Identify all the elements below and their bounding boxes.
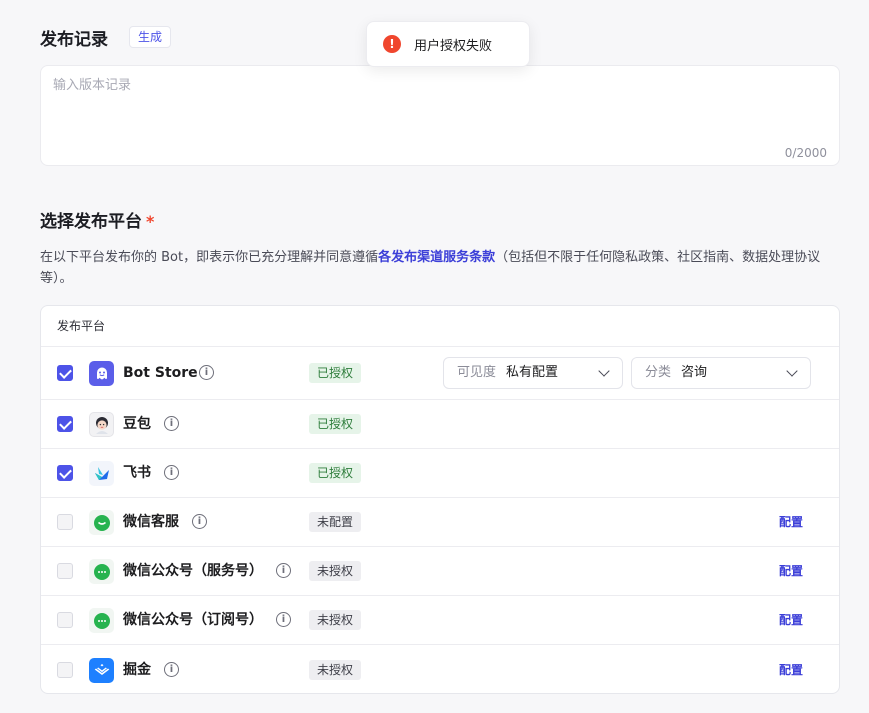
- platform-row-wechat-subscription: 微信公众号（订阅号） i 未授权 配置: [41, 596, 839, 645]
- feishu-icon: [89, 461, 114, 486]
- error-toast: ! 用户授权失败: [366, 21, 530, 67]
- release-notes-box: 0/2000: [40, 65, 840, 166]
- checkbox-wechat-service[interactable]: [57, 514, 73, 530]
- generate-button[interactable]: 生成: [129, 26, 172, 48]
- info-icon[interactable]: i: [199, 365, 214, 380]
- wechat-icon: [89, 559, 114, 584]
- wechat-icon: [89, 608, 114, 633]
- required-mark: *: [146, 212, 155, 231]
- terms-link[interactable]: 各发布渠道服务条款: [378, 250, 495, 265]
- doubao-avatar-icon: [89, 412, 114, 437]
- status-badge: 已授权: [309, 414, 362, 434]
- juejin-icon: [89, 657, 114, 683]
- info-icon[interactable]: i: [276, 563, 291, 578]
- category-select[interactable]: 分类 咨询: [631, 357, 811, 389]
- info-icon[interactable]: i: [276, 612, 291, 627]
- platform-name: 豆包: [123, 416, 151, 432]
- visibility-label: 可见度: [457, 365, 497, 380]
- platform-description: 在以下平台发布你的 Bot，即表示你已充分理解并同意遵循各发布渠道服务条款（包括…: [40, 247, 840, 289]
- release-record-title: 发布记录: [40, 30, 108, 50]
- category-label: 分类: [645, 365, 672, 380]
- checkbox-doubao[interactable]: [57, 416, 73, 432]
- status-badge: 已授权: [309, 363, 362, 383]
- wechat-icon: [89, 510, 114, 535]
- configure-link[interactable]: 配置: [779, 611, 803, 629]
- table-header: 发布平台: [41, 306, 839, 347]
- configure-link[interactable]: 配置: [779, 661, 803, 679]
- release-notes-input[interactable]: [41, 66, 839, 146]
- toast-message: 用户授权失败: [414, 38, 493, 54]
- select-platform-label: 选择发布平台: [40, 212, 142, 232]
- platform-row-juejin: 掘金 i 未授权 配置: [41, 645, 839, 693]
- platform-name: 飞书: [123, 465, 151, 481]
- chevron-down-icon: [598, 365, 610, 377]
- visibility-select[interactable]: 可见度 私有配置: [443, 357, 623, 389]
- select-platform-title: 选择发布平台 *: [40, 207, 154, 232]
- status-badge: 未授权: [309, 610, 362, 630]
- platform-name: 微信公众号（服务号）: [123, 563, 263, 579]
- category-value: 咨询: [681, 365, 708, 380]
- desc-text-before: 在以下平台发布你的 Bot，即表示你已充分理解并同意遵循: [40, 250, 379, 265]
- checkbox-wechat-subscription[interactable]: [57, 612, 73, 628]
- platform-table: 发布平台 Bot Store i 已授权 可见度 私有配置 分类 咨询 豆包 i 已…: [40, 305, 840, 694]
- platform-row-feishu: 飞书 i 已授权: [41, 449, 839, 498]
- status-badge: 未授权: [309, 659, 362, 680]
- platform-row-bot-store: Bot Store i 已授权 可见度 私有配置 分类 咨询: [41, 347, 839, 400]
- char-count: 0/2000: [784, 146, 827, 160]
- info-icon[interactable]: i: [164, 465, 179, 480]
- checkbox-bot-store[interactable]: [57, 365, 73, 381]
- configure-link[interactable]: 配置: [779, 513, 803, 531]
- info-icon[interactable]: i: [164, 661, 179, 677]
- visibility-value: 私有配置: [506, 365, 559, 380]
- status-badge: 未配置: [309, 512, 362, 532]
- configure-link[interactable]: 配置: [779, 562, 803, 580]
- platform-name: 微信公众号（订阅号）: [123, 612, 263, 628]
- platform-name: 掘金: [123, 661, 151, 678]
- platform-row-wechat-service: 微信客服 i 未配置 配置: [41, 498, 839, 547]
- platform-name: Bot Store: [123, 365, 198, 381]
- platform-row-doubao: 豆包 i 已授权: [41, 400, 839, 449]
- platform-row-wechat-service-account: 微信公众号（服务号） i 未授权 配置: [41, 547, 839, 596]
- checkbox-juejin[interactable]: [57, 661, 73, 678]
- info-icon[interactable]: i: [164, 416, 179, 431]
- checkbox-wechat-service-account[interactable]: [57, 563, 73, 579]
- error-icon: !: [383, 35, 401, 53]
- platform-name: 微信客服: [123, 514, 179, 530]
- checkbox-feishu[interactable]: [57, 465, 73, 481]
- status-badge: 已授权: [309, 463, 362, 483]
- status-badge: 未授权: [309, 561, 362, 581]
- info-icon[interactable]: i: [192, 514, 207, 529]
- bot-store-icon: [89, 361, 114, 386]
- chevron-down-icon: [786, 365, 798, 377]
